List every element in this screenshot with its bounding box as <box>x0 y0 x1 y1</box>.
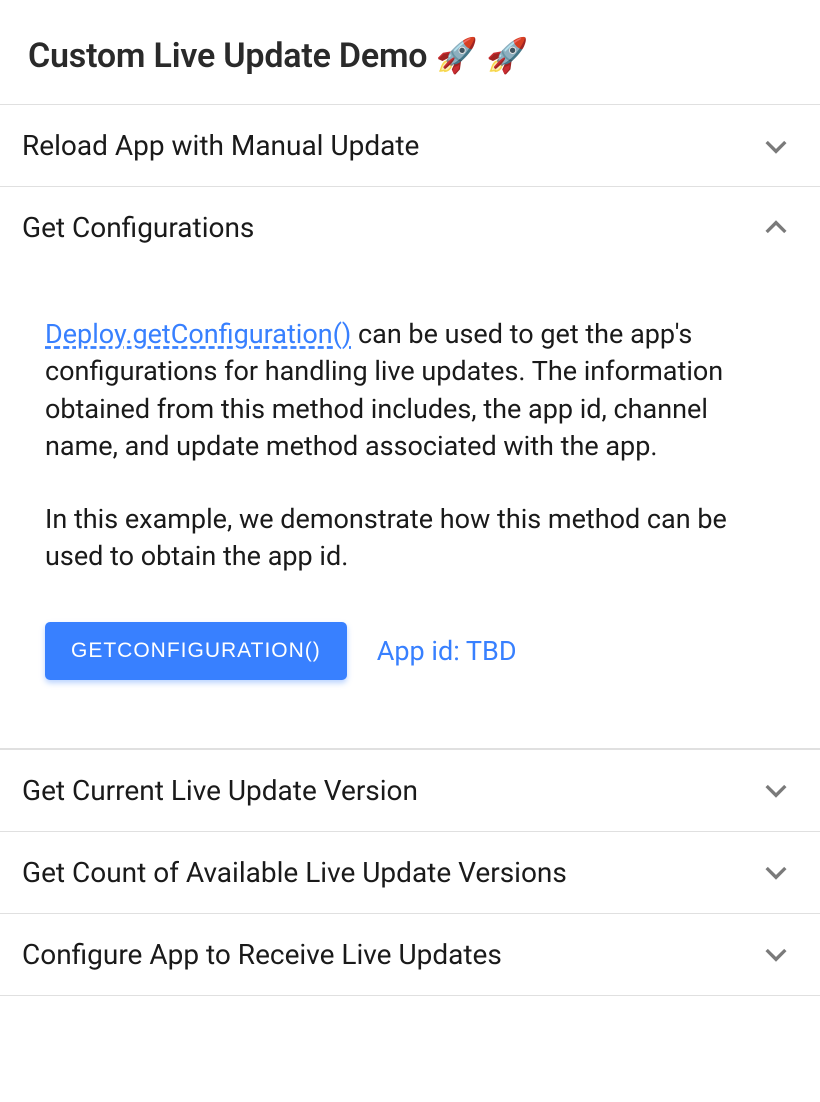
chevron-down-icon <box>760 938 792 970</box>
accordion-header-reload[interactable]: Reload App with Manual Update <box>0 105 820 186</box>
accordion-title: Reload App with Manual Update <box>22 129 419 162</box>
accordion-content-get-configurations: Deploy.getConfiguration() can be used to… <box>0 268 820 716</box>
deploy-getconfiguration-link[interactable]: Deploy.getConfiguration() <box>45 318 351 350</box>
accordion-item-reload: Reload App with Manual Update <box>0 105 820 187</box>
chevron-down-icon <box>760 774 792 806</box>
accordion-header-configure-app[interactable]: Configure App to Receive Live Updates <box>0 914 820 995</box>
divider <box>0 748 820 749</box>
get-configuration-button[interactable]: GetConfiguration() <box>45 622 347 680</box>
accordion-title: Configure App to Receive Live Updates <box>22 938 502 971</box>
action-row: GetConfiguration() App id: TBD <box>45 622 775 680</box>
accordion-title: Get Configurations <box>22 211 254 244</box>
content-paragraph-1: Deploy.getConfiguration() can be used to… <box>45 316 775 465</box>
accordion-title: Get Current Live Update Version <box>22 774 418 807</box>
app-id-result: App id: TBD <box>377 635 517 667</box>
chevron-down-icon <box>760 856 792 888</box>
chevron-up-icon <box>760 212 792 244</box>
accordion-item-get-current-version: Get Current Live Update Version <box>0 750 820 832</box>
accordion-item-get-configurations: Get Configurations Deploy.getConfigurati… <box>0 187 820 750</box>
accordion-header-get-count-versions[interactable]: Get Count of Available Live Update Versi… <box>0 832 820 913</box>
accordion-header-get-current-version[interactable]: Get Current Live Update Version <box>0 750 820 831</box>
page-title: Custom Live Update Demo 🚀 🚀 <box>28 36 792 76</box>
page-header: Custom Live Update Demo 🚀 🚀 <box>0 0 820 105</box>
chevron-down-icon <box>760 130 792 162</box>
accordion-item-configure-app: Configure App to Receive Live Updates <box>0 914 820 996</box>
accordion-item-get-count-versions: Get Count of Available Live Update Versi… <box>0 832 820 914</box>
accordion-header-get-configurations[interactable]: Get Configurations <box>0 187 820 268</box>
content-paragraph-2: In this example, we demonstrate how this… <box>45 501 775 576</box>
accordion-title: Get Count of Available Live Update Versi… <box>22 856 567 889</box>
